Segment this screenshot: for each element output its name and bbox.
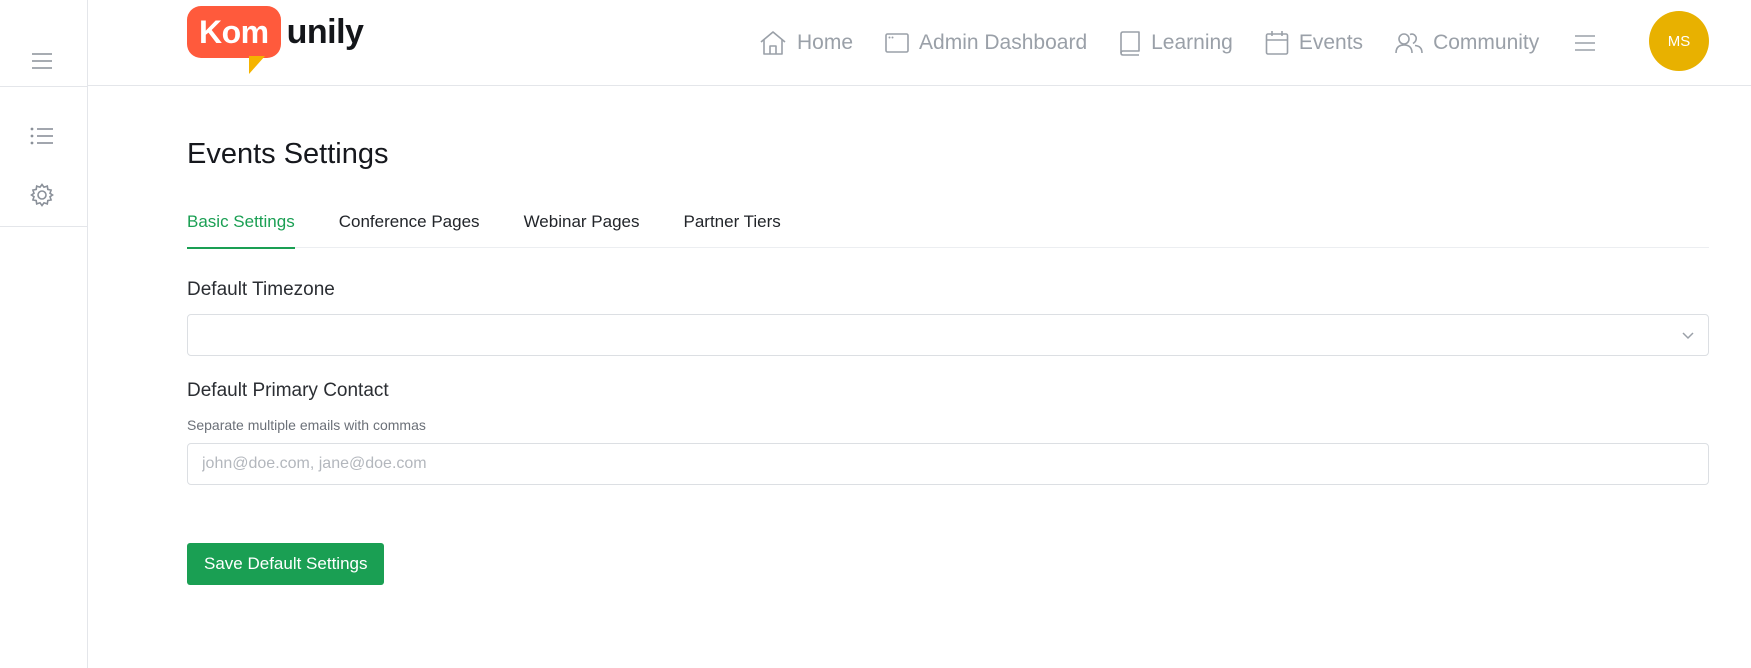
nav-item-home[interactable]: Home <box>759 30 853 56</box>
chevron-down-icon <box>1682 332 1694 340</box>
book-icon <box>1120 31 1140 56</box>
save-default-settings-button[interactable]: Save Default Settings <box>187 543 385 585</box>
nav-item-events[interactable]: Events <box>1265 30 1363 56</box>
dashboard-window-icon <box>885 33 909 53</box>
logo-bubble: Kom <box>187 6 281 58</box>
nav-item-learning[interactable]: Learning <box>1119 30 1233 56</box>
list-icon <box>30 127 53 145</box>
nav-item-community[interactable]: Community <box>1395 31 1539 55</box>
nav-item-label: Events <box>1298 31 1364 54</box>
primary-contact-help: Separate multiple emails with commas <box>187 417 426 433</box>
gear-icon <box>30 183 54 207</box>
primary-contact-label: Default Primary Contact <box>187 380 389 401</box>
sidebar-toggle-button[interactable] <box>24 43 60 79</box>
user-avatar[interactable]: MS <box>1649 11 1709 71</box>
avatar-initials: MS <box>1667 32 1691 50</box>
timezone-select[interactable] <box>187 314 1709 356</box>
nav-item-admin-dashboard[interactable]: Admin Dashboard <box>885 31 1087 55</box>
logo-bubble-tail <box>249 56 265 74</box>
nav-item-label: Home <box>797 31 854 54</box>
sidebar-item-settings[interactable] <box>24 177 60 213</box>
primary-contact-input[interactable] <box>187 443 1709 485</box>
left-sidebar <box>0 0 88 668</box>
page-title: Events Settings <box>187 138 389 170</box>
more-menu-button[interactable] <box>1571 29 1599 57</box>
nav-item-label: Learning <box>1151 31 1233 54</box>
sidebar-divider <box>0 226 88 227</box>
hamburger-menu-icon <box>1575 35 1596 51</box>
tab-conference-pages[interactable]: Conference Pages <box>339 206 480 248</box>
sidebar-divider <box>0 86 88 87</box>
tab-webinar-pages[interactable]: Webinar Pages <box>524 206 640 248</box>
hamburger-menu-icon <box>32 53 52 69</box>
logo-text-part2: unily <box>286 13 364 51</box>
main-nav: Home Admin Dashboard Learning Events Com… <box>759 0 1631 86</box>
sidebar-item-list[interactable] <box>24 118 60 154</box>
tab-partner-tiers[interactable]: Partner Tiers <box>683 206 780 248</box>
tab-basic-settings[interactable]: Basic Settings <box>187 206 295 249</box>
top-navbar: Kom unily Home Admin Dashboard Learning … <box>88 0 1751 86</box>
users-icon <box>1395 33 1423 54</box>
nav-item-label: Admin Dashboard <box>919 31 1088 54</box>
settings-tabs: Basic Settings Conference Pages Webinar … <box>187 206 1709 249</box>
komunily-logo[interactable]: Kom unily <box>187 6 364 78</box>
logo-text-part1: Kom <box>199 13 269 50</box>
calendar-icon <box>1265 31 1289 55</box>
home-icon <box>760 31 786 55</box>
timezone-label: Default Timezone <box>187 279 335 300</box>
nav-item-label: Community <box>1433 31 1540 54</box>
